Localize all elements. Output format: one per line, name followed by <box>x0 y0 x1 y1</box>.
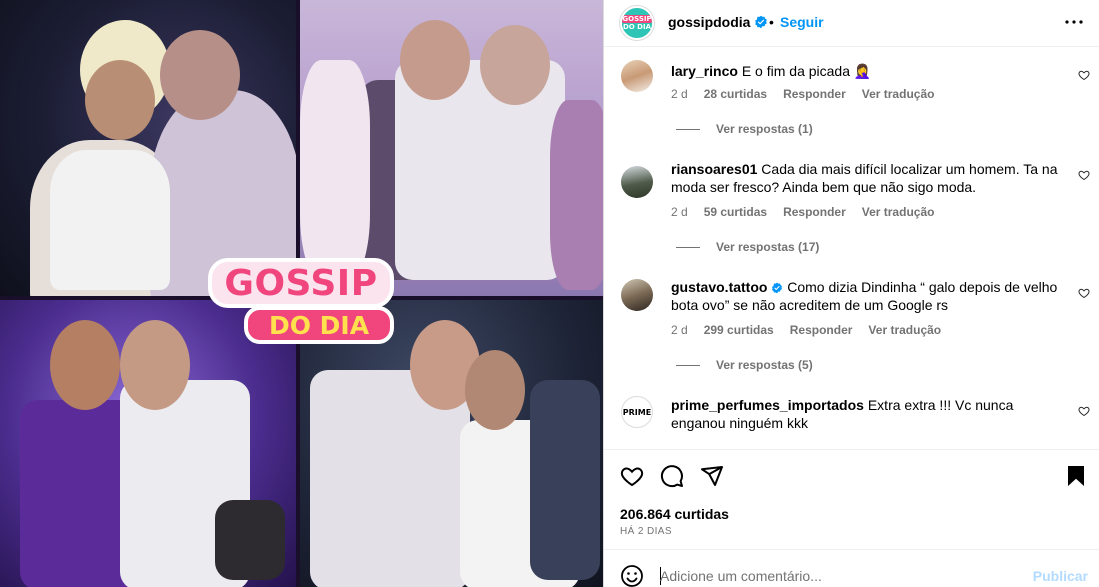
post-actions: 206.864 curtidas HÁ 2 DIAS <box>604 449 1099 549</box>
posted-time[interactable]: HÁ 2 DIAS <box>620 526 672 537</box>
commenter-username[interactable]: prime_perfumes_importados <box>671 397 864 413</box>
view-replies-button[interactable]: Ver respostas (5) <box>676 358 813 372</box>
comment-likes[interactable]: 299 curtidas <box>704 323 774 337</box>
comments-list[interactable]: lary_rinco E o fim da picada 🤦‍♀️ 2 d 28… <box>604 48 1099 448</box>
author-username[interactable]: gossipdodia <box>668 14 750 30</box>
commenter-avatar[interactable] <box>621 60 653 92</box>
post-header: GOSSIP DO DIA gossipdodia • Seguir <box>604 0 1099 47</box>
reply-button[interactable]: Responder <box>790 323 853 337</box>
view-replies-label[interactable]: Ver respostas (1) <box>716 122 813 136</box>
avatar-logo-line-2: DO DIA <box>622 23 652 31</box>
verified-badge-icon <box>772 282 783 294</box>
comment-text: E o fim da picada 🤦‍♀️ <box>741 63 872 79</box>
comment-likes[interactable]: 28 curtidas <box>704 87 767 101</box>
commenter-avatar[interactable]: PRIME <box>621 396 653 428</box>
share-icon[interactable] <box>700 464 724 488</box>
avatar-logo-line-1: GOSSIP <box>622 15 652 23</box>
commenter-avatar[interactable] <box>621 279 653 311</box>
prime-logo-text: PRIME <box>622 407 652 417</box>
commenter-username[interactable]: gustavo.tattoo <box>671 279 767 295</box>
replies-line <box>676 246 700 248</box>
view-replies-button[interactable]: Ver respostas (17) <box>676 240 819 254</box>
comment-meta: 2 d 28 curtidas Responder Ver tradução <box>671 87 934 101</box>
verified-badge-icon <box>755 15 768 29</box>
translate-button[interactable]: Ver tradução <box>868 323 941 337</box>
emoji-icon[interactable] <box>620 564 644 587</box>
comment-time[interactable]: 2 d <box>671 323 688 337</box>
heart-icon[interactable] <box>1078 405 1090 417</box>
comment-input[interactable] <box>660 564 1020 587</box>
comment-icon[interactable] <box>660 464 684 488</box>
replies-line <box>676 128 700 130</box>
commenter-avatar[interactable] <box>621 166 653 198</box>
view-replies-button[interactable]: Ver respostas (1) <box>676 122 813 136</box>
view-replies-label[interactable]: Ver respostas (5) <box>716 358 813 372</box>
translate-button[interactable]: Ver tradução <box>862 205 935 219</box>
commenter-username[interactable]: riansoares01 <box>671 161 757 177</box>
replies-line <box>676 364 700 366</box>
media-photo-top-left <box>0 0 296 296</box>
view-replies-label[interactable]: Ver respostas (17) <box>716 240 819 254</box>
author-username-row[interactable]: gossipdodia <box>668 14 768 30</box>
heart-icon[interactable] <box>1078 169 1090 181</box>
heart-icon[interactable] <box>620 464 644 488</box>
reply-button[interactable]: Responder <box>783 205 846 219</box>
gossip-do-dia-logo: GOSSIP DO DIA <box>208 258 394 344</box>
more-options-icon[interactable] <box>1062 10 1086 34</box>
comment-time[interactable]: 2 d <box>671 205 688 219</box>
separator-dot: • <box>769 14 774 30</box>
commenter-username[interactable]: lary_rinco <box>671 63 738 79</box>
heart-icon[interactable] <box>1078 287 1090 299</box>
publish-button[interactable]: Publicar <box>1033 568 1088 584</box>
translate-button[interactable]: Ver tradução <box>862 87 935 101</box>
comment-composer: Publicar <box>604 549 1099 587</box>
post-side-panel: GOSSIP DO DIA gossipdodia • Seguir lary_… <box>603 0 1099 587</box>
follow-button[interactable]: Seguir <box>780 14 824 30</box>
heart-icon[interactable] <box>1078 69 1090 81</box>
comment-likes[interactable]: 59 curtidas <box>704 205 767 219</box>
author-avatar[interactable]: GOSSIP DO DIA <box>620 6 654 40</box>
logo-line-2: DO DIA <box>244 306 394 344</box>
comment-meta: 2 d 59 curtidas Responder Ver tradução <box>671 205 934 219</box>
bookmark-icon[interactable] <box>1064 464 1088 488</box>
comment-meta: 2 d 299 curtidas Responder Ver tradução <box>671 323 941 337</box>
likes-count[interactable]: 206.864 curtidas <box>620 506 729 522</box>
media-photo-top-right <box>300 0 603 296</box>
post-media[interactable]: GOSSIP DO DIA <box>0 0 603 587</box>
reply-button[interactable]: Responder <box>783 87 846 101</box>
comment-time[interactable]: 2 d <box>671 87 688 101</box>
logo-line-1: GOSSIP <box>208 258 394 308</box>
